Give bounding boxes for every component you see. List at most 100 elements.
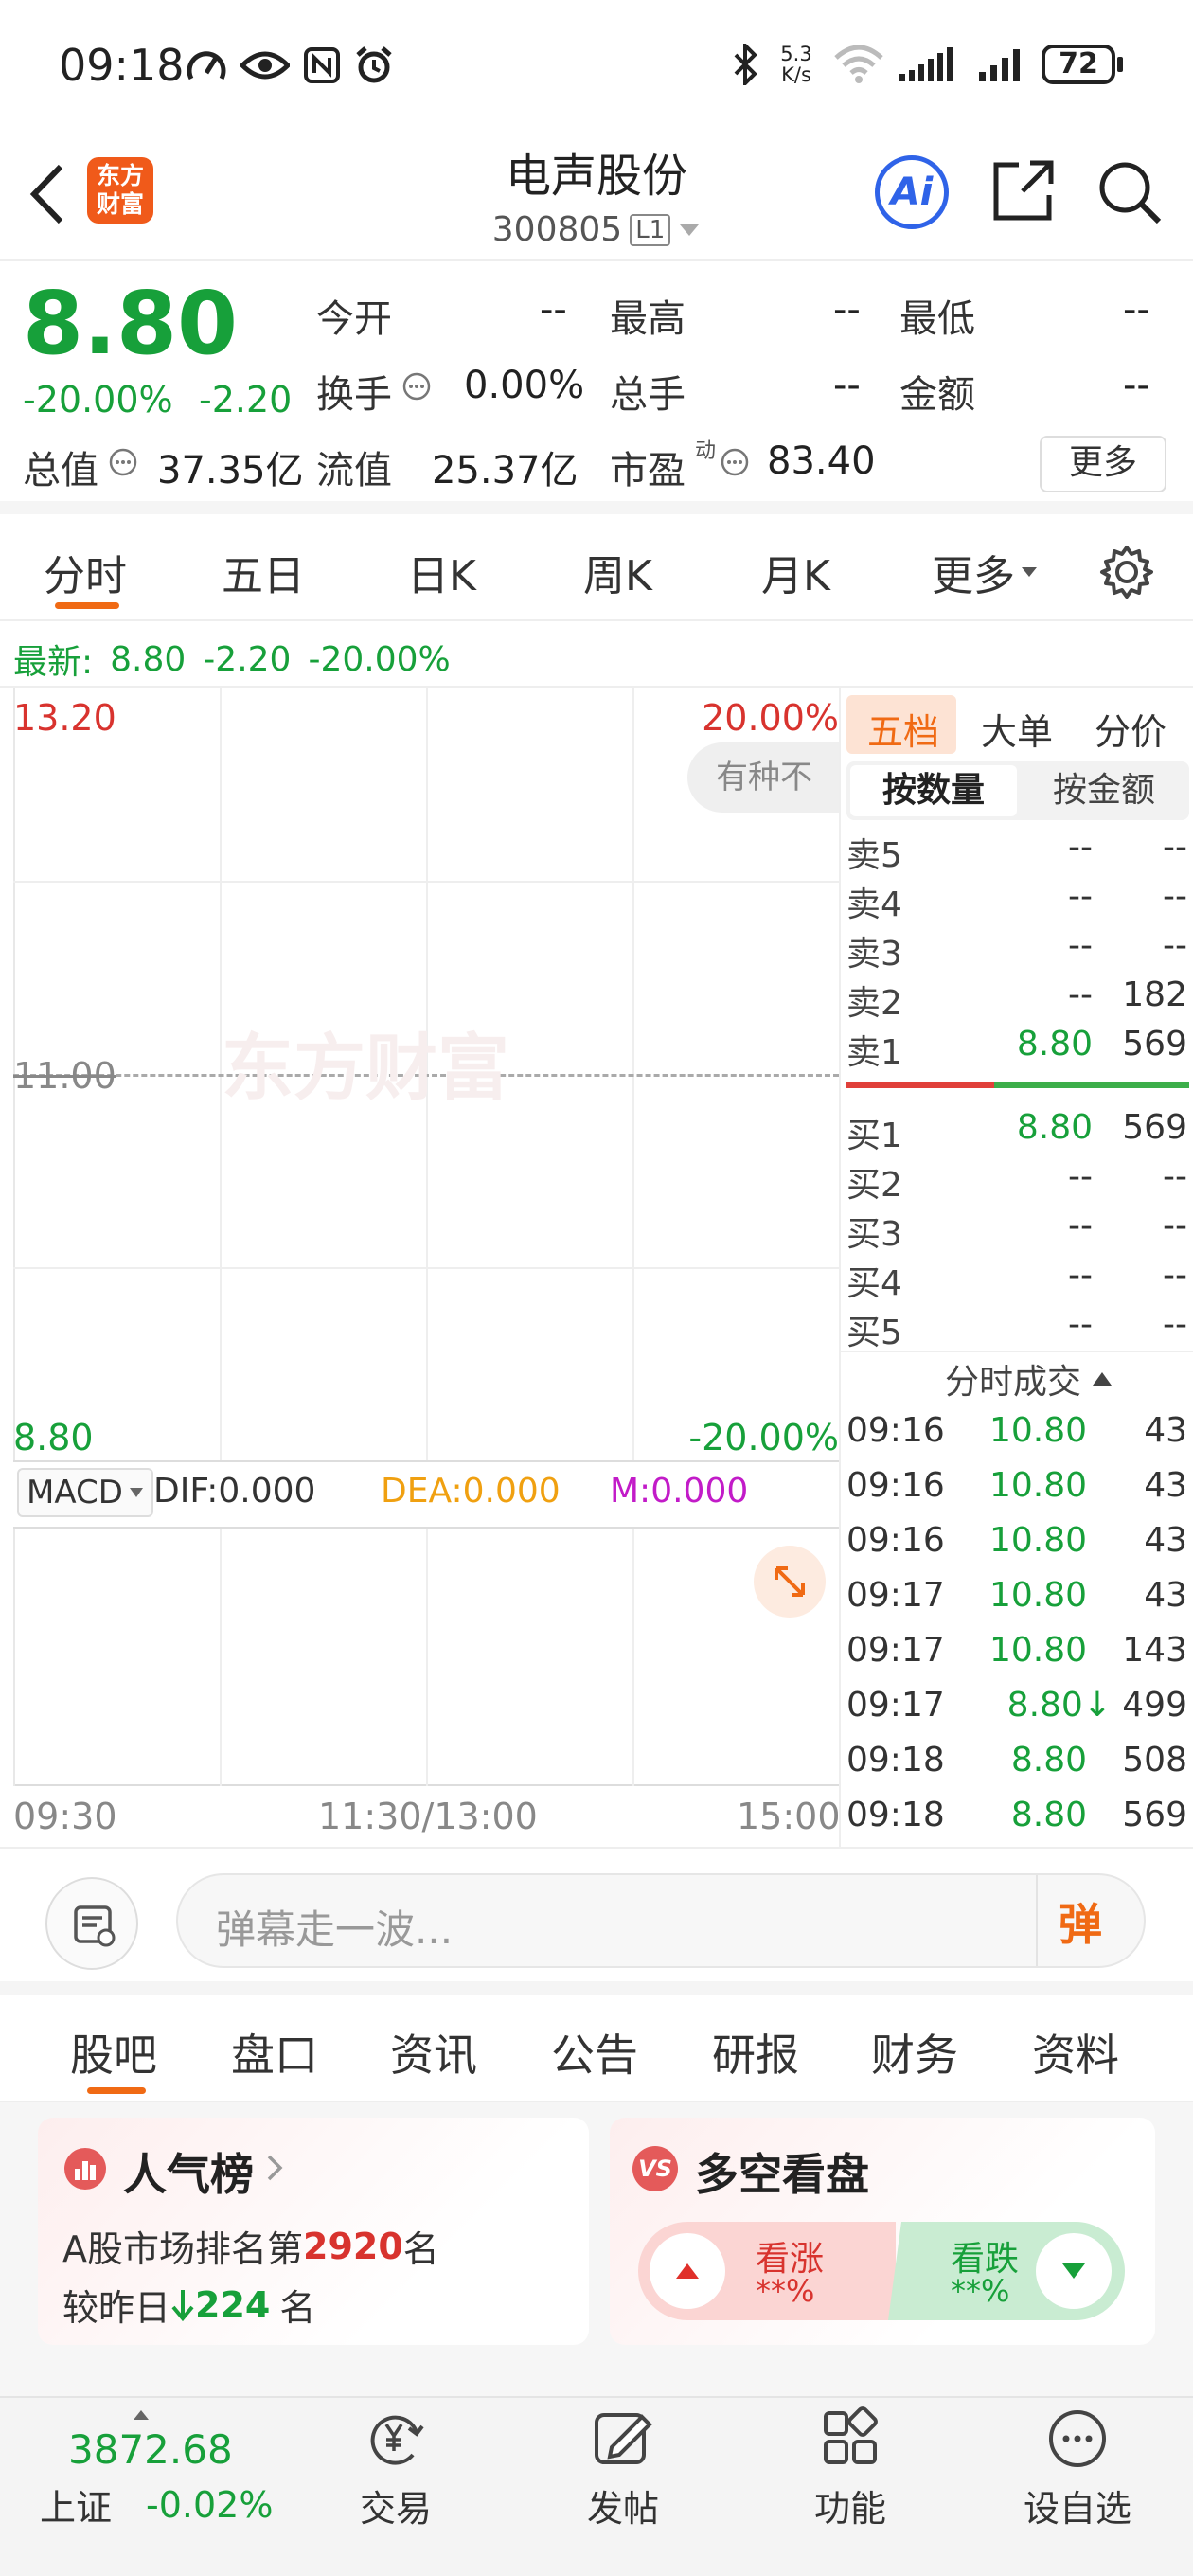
ask-row[interactable]: 卖4 -- -- [846,877,1187,926]
trade-row: 09:17 10.80 43 [846,1576,1187,1615]
high-label: 最高 [610,297,686,341]
order-side-panel: 五档 大单 分价 按数量 按金额 卖5 -- -- 卖4 -- -- 卖3 -- -- 卖2… [839,688,1193,1847]
back-arrow-icon[interactable] [23,161,70,227]
x-end-label: 15:00 [737,1796,841,1837]
nav-trade[interactable]: 交易 [320,2406,472,2531]
high-value: -- [833,288,861,331]
stock-name: 电声股份 [505,150,687,203]
open-value: -- [540,288,567,331]
change-amount: -2.20 [199,379,293,420]
index-name: 上证 [40,2487,113,2529]
subtab-by-quantity[interactable]: 按数量 [850,765,1017,816]
trade-row: 09:17 10.80 143 [846,1631,1187,1670]
tab-pankou[interactable]: 盘口 [231,2021,318,2084]
nav-functions[interactable]: 功能 [775,2406,926,2531]
tab-monthly-k[interactable]: 月K [761,542,830,602]
info-dots-icon[interactable] [401,371,432,402]
tab-daily-k[interactable]: 日K [407,542,476,602]
trades-title[interactable]: 分时成交 [945,1354,1113,1404]
triangle-up-icon [676,2263,699,2279]
stock-code-row[interactable]: 300805 L1 [360,210,833,249]
tab-research[interactable]: 研报 [712,2021,799,2084]
bluetooth-icon [734,44,757,85]
watermark: 东方财富 [222,1026,509,1110]
search-icon[interactable] [1095,157,1163,225]
volume-label: 总手 [610,373,686,417]
app-logo[interactable]: 东方 财富 [87,157,153,224]
ask-row[interactable]: 卖2 -- 182 [846,975,1187,1025]
volume-value: -- [833,364,861,407]
bid-row[interactable]: 买2 -- -- [846,1157,1187,1207]
eye-icon [240,51,290,80]
ratio-bar-buy [994,1082,1189,1088]
more-button[interactable]: 更多 [1040,436,1166,492]
quote-panel: 8.80 -20.00% -2.20 今开 -- 最高 -- 最低 -- 换手 … [0,263,1193,514]
bid-row[interactable]: 买3 -- -- [846,1207,1187,1256]
danmaku-send-button[interactable]: 弹 [1059,1890,1102,1953]
danmaku-input[interactable]: 弹幕走一波... 弹 [176,1873,1146,1968]
wifi-icon [834,45,883,83]
popularity-card[interactable]: 人气榜 A股市场排名第 2920 名 较昨日 224 名 [38,2118,589,2345]
tab-announcements[interactable]: 公告 [551,2021,638,2084]
info-dots-icon[interactable] [108,447,138,477]
bearish-button[interactable]: 看跌 **% [888,2222,1125,2320]
tab-big-order[interactable]: 大单 [981,703,1053,755]
nav-add-watchlist[interactable]: 设自选 [1002,2406,1153,2531]
caret-down-icon [1022,567,1037,577]
tab-more[interactable]: 更多 [932,542,1038,602]
expand-button[interactable] [754,1546,826,1618]
pe-label: 市盈 [610,449,686,492]
subtab-by-amount[interactable]: 按金额 [1021,765,1187,816]
macd-chart[interactable] [13,1527,839,1786]
tab-intraday[interactable]: 分时 [44,542,127,602]
danmaku-settings-button[interactable] [45,1877,138,1970]
ask-row[interactable]: 卖5 -- -- [846,828,1187,877]
signal-icon-1 [899,47,953,81]
bullish-button[interactable]: 看涨 **% [638,2222,896,2320]
bull-bear-card[interactable]: VS 多空看盘 看涨 **% 看跌 **% [610,2118,1155,2345]
status-right-icons: 5.3 K/s 72 [731,44,1123,85]
amount-label: 金额 [899,373,975,417]
speedometer-icon [187,51,226,80]
trade-row: 09:16 10.80 43 [846,1411,1187,1450]
latest-pct: -20.00% [308,639,451,679]
intraday-chart[interactable]: 东方财富 13.20 11.00 8.80 20.00% -20.00% 有种不 [13,688,839,1462]
ratio-bar-sell [846,1082,994,1088]
tab-profile[interactable]: 资料 [1032,2021,1119,2084]
amount-value: -- [1123,364,1150,407]
macd-select[interactable]: MACD [17,1468,153,1517]
tab-five-level[interactable]: 五档 [867,703,939,755]
bid-row[interactable]: 买1 8.80 569 [846,1108,1187,1157]
mktcap-value: 37.35亿 [157,449,304,492]
net-speed: 5.3 K/s [780,43,812,86]
tab-five-day[interactable]: 五日 [222,542,305,602]
ask-row[interactable]: 卖1 8.80 569 [846,1025,1187,1074]
floating-tip[interactable]: 有种不 [687,742,839,813]
info-dots-icon[interactable] [720,447,750,477]
bid-row[interactable]: 买4 -- -- [846,1256,1187,1305]
arrow-down-icon [171,2289,194,2321]
rank-change-line: 较昨日 224 名 [62,2283,316,2330]
low-label: 最低 [899,297,975,341]
index-widget[interactable]: 3872.68 上证 -0.02% [19,2426,303,2531]
bid-row[interactable]: 买5 -- -- [846,1305,1187,1354]
nav-post[interactable]: 发帖 [547,2406,699,2531]
ai-button[interactable]: Ai [875,155,949,229]
bottom-nav: 3872.68 上证 -0.02% 交易 发帖 功能 设自选 [0,2396,1193,2576]
tab-price-dist[interactable]: 分价 [1095,703,1166,755]
popularity-title: 人气榜 [123,2149,254,2200]
share-icon[interactable] [990,157,1057,224]
settings-gear-icon[interactable] [1098,544,1155,600]
macd-m: M:0.000 [610,1472,749,1511]
tab-weekly-k[interactable]: 周K [583,542,652,602]
danmaku-bar: 弹幕走一波... 弹 [0,1849,1193,1995]
ask-row[interactable]: 卖3 -- -- [846,926,1187,975]
signal-icon-2 [979,49,1020,81]
pct-min-label: -20.00% [688,1417,839,1458]
active-tab-indicator [87,2087,146,2094]
float-value: 25.37亿 [432,449,579,492]
tab-finance[interactable]: 财务 [871,2021,958,2084]
tab-guba[interactable]: 股吧 [70,2021,157,2084]
tab-news[interactable]: 资讯 [390,2021,477,2084]
grid-apps-icon [824,2406,878,2464]
